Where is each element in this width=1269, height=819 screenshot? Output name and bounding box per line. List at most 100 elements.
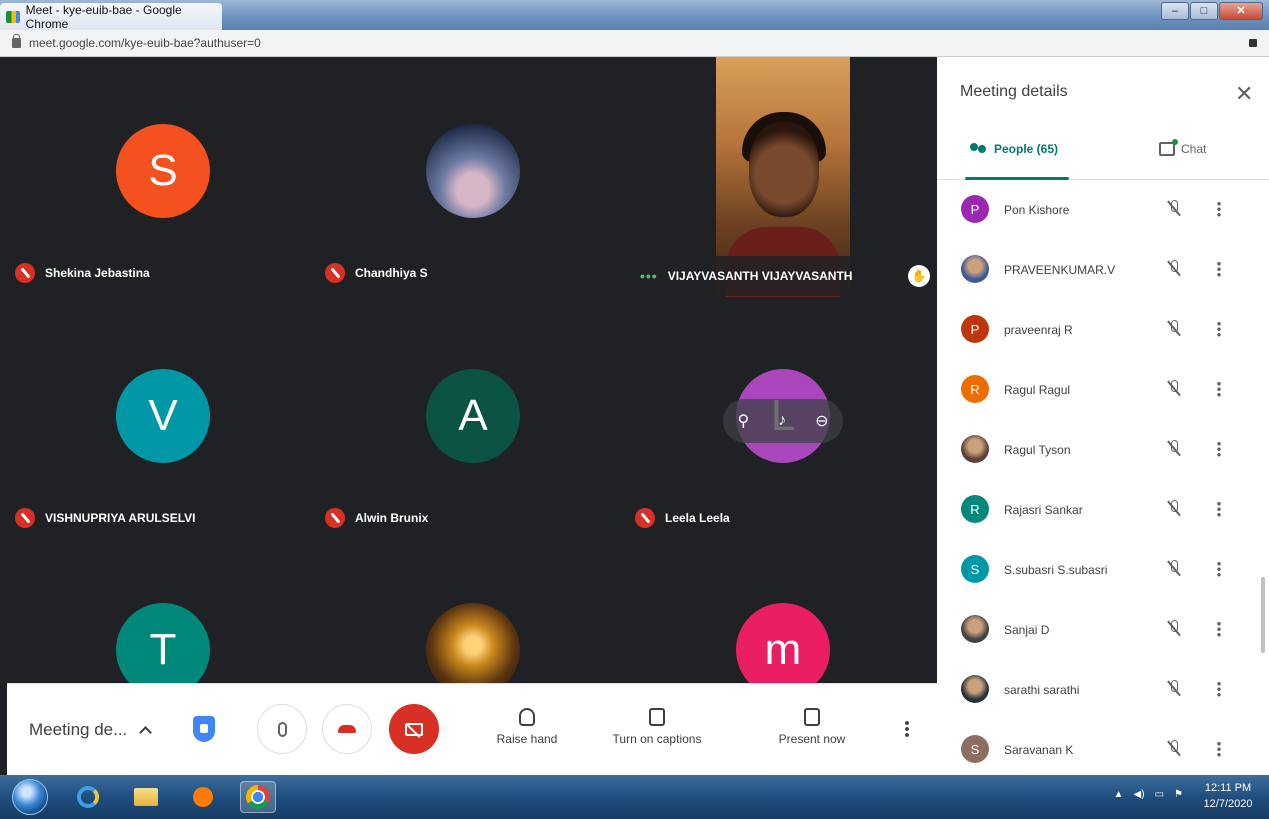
participant-name: Shekina Jebastina — [45, 266, 150, 280]
more-vert-icon[interactable] — [1217, 381, 1221, 397]
taskbar-clock[interactable]: 12:11 PM 12/7/2020 — [1193, 780, 1263, 812]
chrome-taskbar-icon[interactable] — [240, 781, 276, 813]
mic-off-icon[interactable] — [1167, 560, 1181, 578]
participant-tile[interactable]: S Shekina Jebastina — [7, 57, 317, 302]
browser-tab[interactable]: Meet - kye-euib-bae - Google Chrome — [0, 2, 222, 31]
raise-hand-label: Raise hand — [496, 732, 558, 746]
camera-off-icon — [405, 722, 423, 736]
present-icon — [804, 708, 820, 726]
participant-name: Leela Leela — [665, 511, 730, 525]
mic-off-icon[interactable] — [1167, 680, 1181, 698]
more-vert-icon[interactable] — [1217, 321, 1221, 337]
meet-favicon-icon — [6, 10, 20, 23]
participant-row[interactable]: Ppraveenraj R — [937, 301, 1269, 361]
mic-off-icon[interactable] — [1167, 260, 1181, 278]
participant-avatar: T — [116, 603, 210, 683]
url-text: meet.google.com/kye-euib-bae?authuser=0 — [29, 36, 261, 50]
start-button[interactable] — [12, 779, 48, 815]
remove-participant-icon[interactable]: ⊖ — [815, 411, 828, 431]
mic-off-icon[interactable] — [1167, 500, 1181, 518]
leave-call-button[interactable] — [322, 704, 372, 754]
address-bar[interactable]: meet.google.com/kye-euib-bae?authuser=0 — [0, 30, 1269, 57]
more-vert-icon[interactable] — [1217, 741, 1221, 757]
participant-name: PRAVEENKUMAR.V — [1004, 263, 1116, 277]
participant-tile[interactable]: m — [627, 547, 937, 683]
tab-people[interactable]: People (65) — [970, 142, 1058, 156]
tab-title: Meet - kye-euib-bae - Google Chrome — [25, 2, 182, 31]
more-vert-icon[interactable] — [1217, 261, 1221, 277]
file-explorer-icon[interactable] — [128, 781, 164, 813]
participant-avatar: P — [961, 315, 989, 343]
host-controls-shield-icon[interactable] — [193, 716, 215, 742]
participant-name: Ragul Ragul — [1004, 383, 1071, 397]
participant-row[interactable]: Ragul Tyson — [937, 421, 1269, 481]
present-label: Present now — [778, 732, 846, 746]
mic-off-icon[interactable] — [1167, 740, 1181, 758]
muted-mic-icon — [325, 263, 345, 283]
more-vert-icon[interactable] — [1217, 201, 1221, 217]
participant-row[interactable]: R Rajasri Sankar — [937, 481, 1269, 541]
participant-row[interactable]: sarathi sarathi — [937, 661, 1269, 721]
mute-participant-icon[interactable]: ♪ — [778, 412, 786, 430]
tile-hover-actions: ⚲ ♪ ⊖ — [723, 399, 843, 443]
captions-label: Turn on captions — [612, 732, 702, 746]
mic-off-icon[interactable] — [1167, 200, 1181, 218]
minimize-icon[interactable]: – — [1161, 2, 1189, 20]
action-center-flag-icon[interactable]: ⚑ — [1174, 789, 1183, 800]
speaking-indicator-icon: ••• — [640, 268, 658, 284]
volume-icon[interactable]: ◀) — [1134, 789, 1145, 800]
captions-button[interactable]: Turn on captions — [607, 708, 707, 746]
participant-avatar: S — [961, 555, 989, 583]
participant-row[interactable]: P Pon Kishore — [937, 181, 1269, 241]
hang-up-icon — [338, 725, 356, 733]
participant-name: Saravanan K — [1004, 743, 1074, 757]
panel-tabs: People (65) Chat — [937, 132, 1269, 180]
more-vert-icon[interactable] — [1217, 561, 1221, 577]
camera-button[interactable] — [389, 704, 439, 754]
lock-icon — [12, 34, 21, 48]
more-vert-icon[interactable] — [1217, 621, 1221, 637]
participant-name-tag: Alwin Brunix — [325, 508, 428, 528]
maximize-icon[interactable]: □ — [1190, 2, 1218, 20]
participant-tile[interactable]: Chandhiya S — [317, 57, 627, 302]
present-now-button[interactable]: Present now — [762, 708, 862, 746]
people-icon — [970, 143, 988, 155]
participant-row[interactable]: PRAVEENKUMAR.V — [937, 241, 1269, 301]
mic-off-icon[interactable] — [1167, 620, 1181, 638]
more-options-icon[interactable] — [905, 720, 909, 738]
participant-tile[interactable] — [317, 547, 627, 683]
speaking-participant-name-tag: ••• VIJAYVASANTH VIJAYVASANTH ✋ — [628, 256, 936, 296]
camera-indicator-icon[interactable] — [1249, 39, 1257, 47]
participant-name-tag: Chandhiya S — [325, 263, 428, 283]
participant-name: VIJAYVASANTH VIJAYVASANTH — [667, 269, 853, 283]
participant-row[interactable]: Sanjai D — [937, 601, 1269, 661]
participant-tile[interactable]: A Alwin Brunix — [317, 302, 627, 547]
participant-name: sarathi sarathi — [1004, 683, 1080, 697]
participant-row[interactable]: S S.subasri S.subasri — [937, 541, 1269, 601]
mic-off-icon[interactable] — [1167, 380, 1181, 398]
tray-arrow-icon[interactable]: ▲ — [1114, 789, 1124, 800]
meeting-details-panel: Meeting details ✕ People (65) Chat P Pon … — [937, 57, 1269, 775]
microphone-button[interactable] — [257, 704, 307, 754]
internet-explorer-icon[interactable] — [70, 781, 106, 813]
tab-chat[interactable]: Chat — [1159, 139, 1206, 156]
people-list-scrollbar[interactable] — [1261, 577, 1265, 653]
participant-tile[interactable]: V VISHNUPRIYA ARULSELVI — [7, 302, 317, 547]
mic-off-icon[interactable] — [1167, 320, 1181, 338]
window-close-icon[interactable]: ✕ — [1219, 2, 1263, 20]
participant-row[interactable]: S Saravanan K — [937, 721, 1269, 775]
participant-row[interactable]: R Ragul Ragul — [937, 361, 1269, 421]
more-vert-icon[interactable] — [1217, 441, 1221, 457]
meeting-details-button[interactable]: Meeting de... — [29, 720, 153, 740]
mic-off-icon[interactable] — [1167, 440, 1181, 458]
more-vert-icon[interactable] — [1217, 681, 1221, 697]
network-icon[interactable]: ▭ — [1155, 789, 1164, 800]
pin-icon[interactable]: ⚲ — [737, 411, 749, 431]
participant-name-tag: Shekina Jebastina — [15, 263, 150, 283]
screen: Meet - kye-euib-bae - Google Chrome – □ … — [0, 0, 1269, 819]
media-player-icon[interactable] — [185, 781, 221, 813]
close-icon[interactable]: ✕ — [1235, 81, 1253, 107]
raise-hand-button[interactable]: Raise hand — [477, 708, 577, 746]
participant-tile[interactable]: T — [7, 547, 317, 683]
more-vert-icon[interactable] — [1217, 501, 1221, 517]
